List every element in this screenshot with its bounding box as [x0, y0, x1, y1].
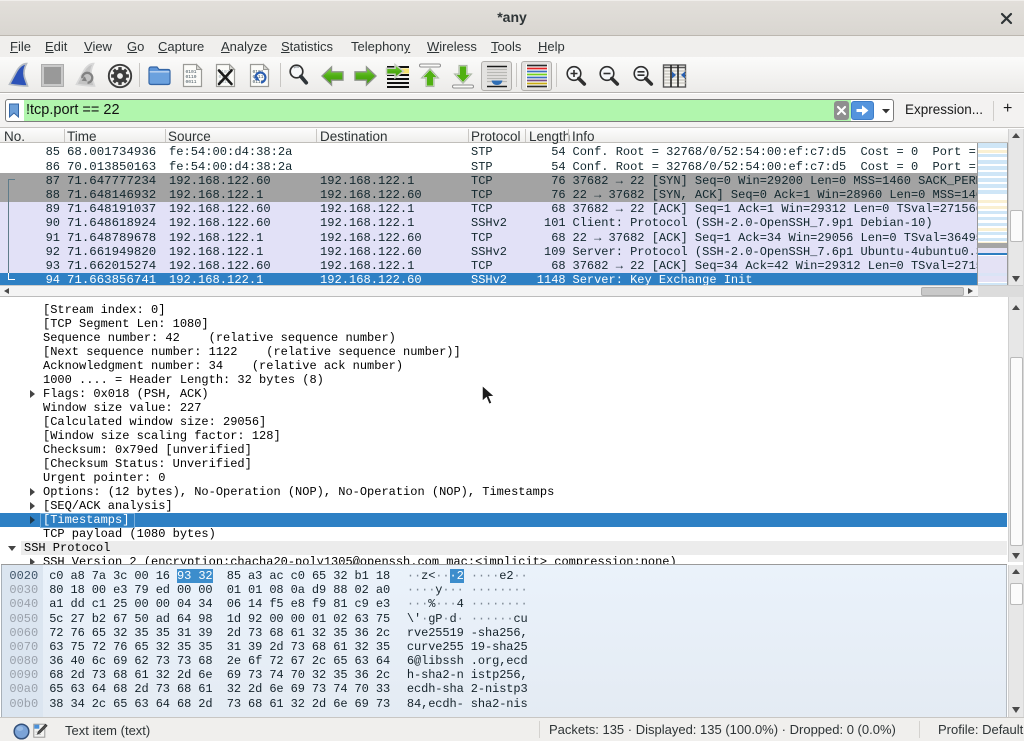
svg-text:0011: 0011	[186, 79, 197, 85]
